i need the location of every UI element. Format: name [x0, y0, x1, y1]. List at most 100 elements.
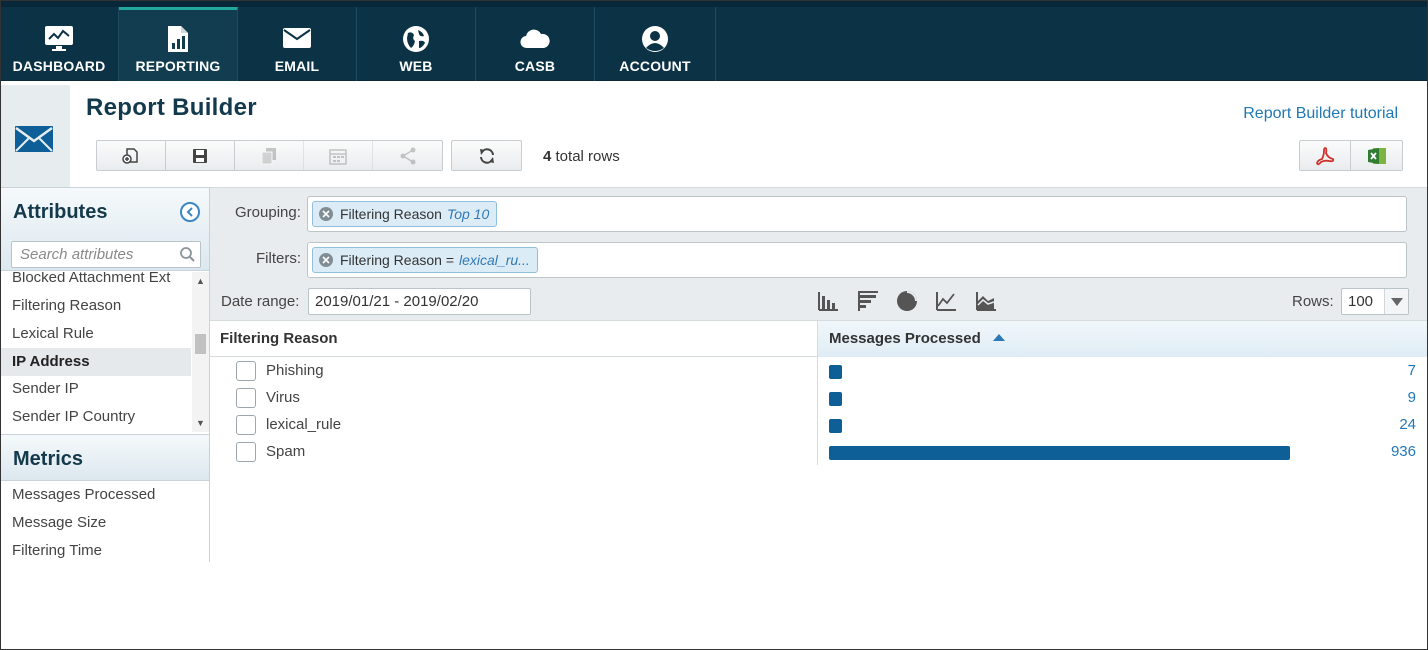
bar-chart-button[interactable]	[817, 290, 839, 312]
chevron-left-icon	[186, 207, 193, 217]
metric-item[interactable]: Message Size	[12, 514, 106, 531]
value-bar	[829, 392, 842, 406]
header-icon-box	[1, 85, 70, 187]
attributes-scrollbar[interactable]: ▲ ▼	[192, 272, 209, 432]
row-value-link[interactable]: 24	[1399, 416, 1416, 433]
filters-field[interactable]: Filtering Reason = lexical_ru...	[307, 242, 1407, 278]
table-row[interactable]: lexical_rule 24	[210, 412, 1428, 439]
schedule-button[interactable]	[304, 141, 373, 170]
attribute-item-selected[interactable]: IP Address	[1, 348, 191, 376]
search-icon[interactable]	[179, 246, 196, 266]
share-button[interactable]	[373, 141, 442, 170]
attribute-item[interactable]: Filtering Reason	[1, 292, 191, 320]
grouping-field[interactable]: Filtering Reason Top 10	[307, 196, 1407, 232]
row-label: Spam	[266, 443, 306, 460]
new-report-button[interactable]	[97, 141, 166, 170]
cloud-icon	[476, 29, 594, 57]
column-header-messages-processed[interactable]: Messages Processed	[818, 321, 1428, 357]
area-chart-button[interactable]	[975, 290, 997, 312]
metric-item[interactable]: Filtering Time	[12, 542, 102, 559]
nav-tab-reporting[interactable]: REPORTING	[119, 7, 238, 81]
attribute-item[interactable]: Sender IP	[1, 375, 191, 403]
sort-ascending-icon	[992, 334, 1005, 341]
total-rows-label: total rows	[555, 148, 620, 165]
column-header-filtering-reason[interactable]: Filtering Reason	[210, 321, 818, 357]
attribute-item[interactable]: Sender IP Country	[1, 403, 191, 431]
copy-icon	[261, 147, 276, 164]
rows-label: Rows:	[1292, 293, 1334, 310]
area-chart-icon	[976, 292, 996, 311]
grouping-chip-qualifier: Top 10	[446, 206, 490, 222]
chevron-down-icon[interactable]	[1384, 289, 1408, 314]
attributes-title: Attributes	[13, 201, 108, 223]
table-row[interactable]: Virus 9	[210, 385, 1428, 412]
export-excel-button[interactable]	[1351, 141, 1402, 170]
search-attributes-input[interactable]	[12, 242, 172, 267]
refresh-button[interactable]	[452, 141, 521, 170]
value-bar	[829, 419, 842, 433]
row-value-link[interactable]: 9	[1408, 389, 1416, 406]
export-pdf-button[interactable]	[1300, 141, 1351, 170]
nav-tab-web[interactable]: WEB	[357, 7, 476, 81]
horizontal-bar-chart-button[interactable]	[857, 290, 879, 312]
nav-tab-label: DASHBOARD	[12, 58, 106, 74]
value-bar	[829, 446, 1290, 460]
metric-item[interactable]: Messages Processed	[12, 486, 155, 503]
envelope-icon	[238, 28, 356, 56]
scroll-up-arrow-icon[interactable]: ▲	[192, 274, 209, 288]
value-bar	[829, 365, 842, 379]
row-checkbox[interactable]	[236, 442, 256, 462]
tutorial-link[interactable]: Report Builder tutorial	[1243, 105, 1398, 123]
refresh-toolbar	[451, 140, 522, 171]
filter-chip[interactable]: Filtering Reason = lexical_ru...	[312, 247, 538, 273]
nav-tab-account[interactable]: ACCOUNT	[595, 7, 716, 81]
pdf-icon	[1316, 146, 1335, 165]
globe-icon	[357, 25, 475, 53]
user-circle-icon	[595, 25, 715, 53]
save-button[interactable]	[166, 141, 235, 170]
row-checkbox[interactable]	[236, 361, 256, 381]
grouping-chip[interactable]: Filtering Reason Top 10	[312, 201, 498, 227]
nav-tab-casb[interactable]: CASB	[476, 7, 595, 81]
collapse-sidebar-button[interactable]	[180, 202, 200, 222]
nav-tab-email[interactable]: EMAIL	[238, 7, 357, 81]
nav-tab-dashboard[interactable]: DASHBOARD	[0, 7, 119, 81]
rows-select[interactable]: 100	[1341, 288, 1409, 315]
table-row[interactable]: Phishing 7	[210, 358, 1428, 385]
scrollbar-thumb[interactable]	[195, 334, 206, 354]
report-icon	[119, 25, 237, 53]
line-chart-button[interactable]	[935, 290, 957, 312]
total-rows-count: 4	[543, 148, 552, 165]
row-value-link[interactable]: 936	[1391, 443, 1416, 460]
remove-chip-icon[interactable]	[319, 207, 333, 221]
pie-chart-icon	[897, 291, 917, 311]
report-table: Filtering Reason Messages Processed Phis…	[210, 320, 1428, 468]
row-checkbox[interactable]	[236, 388, 256, 408]
date-range-input[interactable]: 2019/01/21 - 2019/02/20	[308, 288, 531, 315]
excel-icon	[1367, 147, 1386, 164]
table-row[interactable]: Spam 936	[210, 439, 1428, 466]
remove-chip-icon[interactable]	[319, 253, 333, 267]
pie-chart-button[interactable]	[896, 290, 918, 312]
top-navigation: DASHBOARD REPORTING EMAIL WEB CASB ACCOU…	[0, 0, 1428, 81]
metrics-title: Metrics	[13, 448, 84, 470]
attribute-item[interactable]: Blocked Attachment Ext	[1, 272, 191, 292]
row-value-link[interactable]: 7	[1408, 362, 1416, 379]
row-checkbox[interactable]	[236, 415, 256, 435]
envelope-icon	[15, 126, 53, 152]
page-title: Report Builder	[86, 94, 257, 121]
horizontal-bar-chart-icon	[858, 291, 878, 311]
attribute-item[interactable]: Lexical Rule	[1, 320, 191, 348]
page-header: Report Builder Report Builder tutorial 4…	[0, 81, 1428, 187]
sidebar: Attributes Blocked Attachment Ext Filter…	[1, 187, 210, 562]
metrics-panel-header: Metrics	[1, 434, 209, 481]
schedule-icon	[329, 148, 347, 165]
grouping-chip-name: Filtering Reason	[340, 206, 442, 222]
attributes-panel-header: Attributes	[1, 187, 209, 271]
attributes-list: Blocked Attachment Ext Filtering Reason …	[1, 272, 209, 432]
new-report-icon	[122, 147, 138, 164]
share-icon	[400, 147, 415, 164]
scroll-down-arrow-icon[interactable]: ▼	[192, 416, 209, 430]
line-chart-icon	[936, 292, 956, 311]
copy-button[interactable]	[235, 141, 304, 170]
